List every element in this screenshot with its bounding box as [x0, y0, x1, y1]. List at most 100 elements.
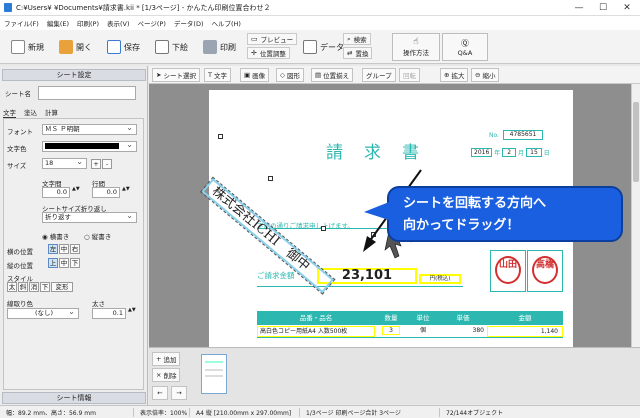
- valign-middle[interactable]: 中: [59, 258, 69, 268]
- menu-file[interactable]: ファイル(F): [4, 18, 39, 28]
- delete-page-label: 削除: [163, 372, 177, 380]
- row-price[interactable]: 380: [439, 326, 487, 337]
- preview-button[interactable]: ▭ プレビュー: [247, 33, 298, 45]
- page-thumbnail[interactable]: [201, 354, 227, 394]
- howto-button[interactable]: ☝ 操作方法: [392, 33, 440, 61]
- text-color-label: 文字色: [7, 145, 27, 153]
- no-label: No.: [489, 132, 499, 139]
- size-minus-button[interactable]: -: [102, 159, 112, 169]
- save-button[interactable]: 保存: [102, 33, 145, 61]
- menu-bar: ファイル(F) 編集(E) 印刷(P) 表示(V) ページ(P) データ(D) …: [0, 16, 640, 30]
- halign-left[interactable]: 左: [48, 244, 58, 254]
- line-spacing-spinner[interactable]: ▲▼: [122, 186, 130, 192]
- amount-unit[interactable]: 円(税込): [419, 274, 461, 284]
- open-button[interactable]: 開く: [54, 33, 97, 61]
- status-paper: A4 縦 [210.00mm x 297.00mm]: [190, 407, 300, 417]
- shape-tool-button[interactable]: ◇ 図形: [276, 68, 304, 82]
- new-label: 新規: [28, 42, 44, 52]
- col-amount: 金額: [518, 314, 532, 322]
- char-spacing-input[interactable]: 0.0: [42, 187, 70, 198]
- next-page-button[interactable]: →: [171, 386, 187, 400]
- style-strike[interactable]: 消: [29, 282, 39, 292]
- menu-help[interactable]: ヘルプ(H): [211, 18, 240, 28]
- rotate-button[interactable]: 回転: [399, 68, 420, 82]
- size-plus-button[interactable]: +: [91, 159, 101, 169]
- border-color-select[interactable]: (なし): [7, 308, 79, 319]
- halign-center[interactable]: 中: [59, 244, 69, 254]
- zoom-in-button[interactable]: ⊕ 拡大: [440, 68, 469, 82]
- position-adjust-button[interactable]: ✛ 位置調整: [247, 47, 290, 59]
- vertical-radio[interactable]: ○ 縦書き: [84, 231, 111, 241]
- tab-text[interactable]: 文字: [3, 107, 16, 118]
- sheet-name-input[interactable]: [38, 86, 136, 100]
- wrap-select[interactable]: 折り返す: [42, 212, 137, 223]
- size-select[interactable]: 18: [42, 158, 87, 169]
- text-tool-button[interactable]: T 文字: [204, 68, 231, 82]
- font-select[interactable]: ＭＳ Ｐ明朝: [42, 124, 137, 135]
- col-unit: 単位: [416, 314, 430, 322]
- close-button[interactable]: ✕: [616, 1, 638, 15]
- thickness-spinner[interactable]: ▲▼: [128, 307, 136, 313]
- thickness-input[interactable]: 0.1: [92, 308, 126, 319]
- menu-edit[interactable]: 編集(E): [47, 18, 69, 28]
- row-qty-cell: 3: [375, 326, 407, 337]
- resize-handle[interactable]: [218, 134, 223, 139]
- date-month[interactable]: 2: [502, 148, 517, 157]
- vertical-scrollbar[interactable]: [631, 84, 640, 347]
- sheet-select-button[interactable]: ➤ シート選択: [152, 68, 200, 82]
- row-amount[interactable]: 1,140: [487, 326, 563, 337]
- menu-page[interactable]: ページ(P): [138, 18, 166, 28]
- maximize-button[interactable]: ☐: [592, 1, 614, 15]
- char-spacing-spinner[interactable]: ▲▼: [72, 186, 80, 192]
- halign-right[interactable]: 右: [70, 244, 80, 254]
- replace-label: 置換: [355, 50, 369, 58]
- prev-page-button[interactable]: ←: [152, 386, 168, 400]
- print-button[interactable]: 印刷: [198, 33, 241, 61]
- open-label: 開く: [76, 42, 92, 52]
- text-color-select[interactable]: [42, 141, 137, 152]
- row-unit[interactable]: 個: [407, 326, 439, 337]
- resize-handle[interactable]: [268, 176, 273, 181]
- search-button[interactable]: ⌕ 検索: [343, 33, 371, 45]
- replace-button[interactable]: ⇄ 置換: [343, 47, 373, 59]
- row-name[interactable]: 高白色コピー用紙A4 入数500枚: [257, 326, 375, 337]
- style-italic[interactable]: 斜: [18, 282, 28, 292]
- align-button[interactable]: ▤ 位置揃え: [311, 68, 354, 82]
- import-label: 下絵: [172, 42, 188, 52]
- style-transform[interactable]: 変形: [51, 282, 73, 292]
- scroll-thumb[interactable]: [633, 102, 639, 182]
- valign-top[interactable]: 上: [48, 258, 58, 268]
- shape-icon: ◇: [280, 71, 285, 79]
- row-qty[interactable]: 3: [382, 326, 400, 335]
- image-icon: ▣: [244, 71, 251, 79]
- resize-handle[interactable]: [321, 226, 326, 231]
- valign-bottom[interactable]: 下: [70, 258, 80, 268]
- invoice-number[interactable]: 4785651: [503, 130, 543, 140]
- date-year[interactable]: 2016: [471, 148, 493, 157]
- tab-calc[interactable]: 計算: [45, 107, 58, 118]
- menu-data[interactable]: データ(D): [174, 18, 204, 28]
- horizontal-radio[interactable]: ◉ 横書き: [42, 231, 69, 241]
- delete-page-button[interactable]: × 削除: [152, 368, 181, 382]
- amount-underline: [257, 286, 463, 287]
- menu-view[interactable]: 表示(V): [107, 18, 130, 28]
- zoom-out-button[interactable]: ⊖ 縮小: [471, 68, 500, 82]
- zoom-in-icon: ⊕: [444, 71, 450, 79]
- minimize-button[interactable]: —: [568, 1, 590, 15]
- menu-print[interactable]: 印刷(P): [77, 18, 99, 28]
- style-bold[interactable]: 太: [7, 282, 17, 292]
- line-spacing-input[interactable]: 0.0: [92, 187, 120, 198]
- data-button[interactable]: データ: [298, 33, 349, 61]
- add-page-button[interactable]: + 追加: [152, 352, 181, 366]
- qa-button[interactable]: Ⓠ Q&A: [442, 33, 488, 61]
- date-day[interactable]: 15: [526, 148, 542, 157]
- new-button[interactable]: 新規: [6, 33, 49, 61]
- style-underline[interactable]: 下: [40, 282, 50, 292]
- image-tool-button[interactable]: ▣ 画像: [240, 68, 270, 82]
- sheet-info-header[interactable]: シート情報: [2, 392, 146, 404]
- group-button[interactable]: グループ: [362, 68, 396, 82]
- import-button[interactable]: 下絵: [150, 33, 193, 61]
- qa-label: Q&A: [457, 48, 473, 57]
- tab-fill[interactable]: 塗込: [24, 107, 37, 118]
- stamp-takahashi: 高橋: [532, 256, 558, 284]
